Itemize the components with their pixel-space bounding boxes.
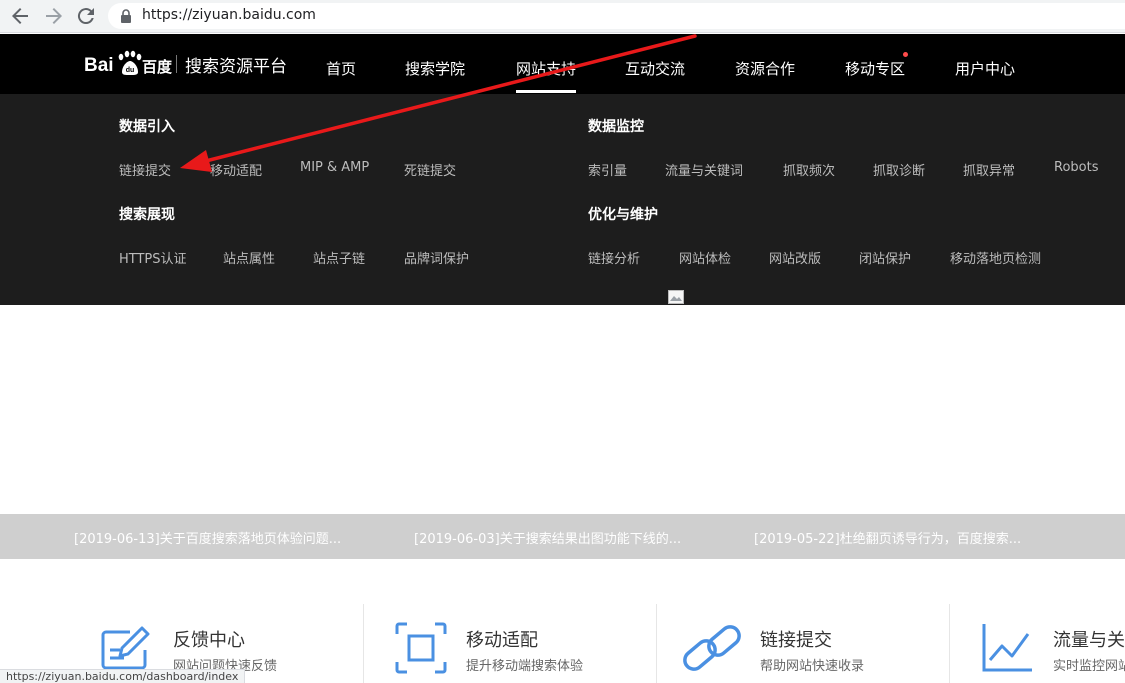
logo-divider: [176, 55, 177, 73]
link-crawl-errors[interactable]: 抓取异常: [963, 160, 1015, 179]
card-mobile-adapt[interactable]: 移动适配 提升移动端搜索体验: [393, 604, 653, 683]
nav-cooperation[interactable]: 资源合作: [735, 58, 795, 79]
link-site-closure-protect[interactable]: 闭站保护: [859, 248, 911, 267]
link-icon: [683, 625, 741, 671]
back-icon[interactable]: [8, 4, 32, 28]
group-heading-data-monitor: 数据监控: [588, 119, 644, 135]
card-traffic[interactable]: 流量与关 实时监控网站: [980, 604, 1125, 683]
url-text: https://ziyuan.baidu.com: [142, 7, 316, 23]
group-heading-data-import: 数据引入: [119, 119, 175, 135]
link-brand-protection[interactable]: 品牌词保护: [404, 248, 469, 267]
ticker-item[interactable]: [2019-05-22]杜绝翻页诱导行为，百度搜索...: [754, 528, 1021, 547]
nav-academy[interactable]: 搜索学院: [405, 58, 465, 79]
link-crawl-frequency[interactable]: 抓取频次: [783, 160, 835, 179]
link-mobile-adapt[interactable]: 移动适配: [210, 160, 262, 179]
site-support-dropdown: 数据引入 链接提交 移动适配 MIP & AMP 死链提交 搜索展现 HTTPS…: [0, 94, 1125, 305]
card-subtitle: 提升移动端搜索体验: [466, 659, 584, 674]
link-crawl-diagnosis[interactable]: 抓取诊断: [873, 160, 925, 179]
link-site-redesign[interactable]: 网站改版: [769, 248, 821, 267]
ticker-item[interactable]: [2019-06-03]关于搜索结果出图功能下线的...: [414, 528, 681, 547]
link-https-cert[interactable]: HTTPS认证: [119, 248, 187, 267]
platform-title: 搜索资源平台: [185, 56, 287, 77]
feedback-icon: [101, 626, 150, 670]
card-subtitle: 帮助网站快速收录: [760, 659, 865, 674]
svg-text:Bai: Bai: [84, 55, 114, 76]
link-robots[interactable]: Robots: [1054, 160, 1098, 175]
link-site-sublinks[interactable]: 站点子链: [313, 248, 365, 267]
notification-dot: [903, 52, 908, 57]
baidu-logo-mark: Bai du 百度: [84, 50, 173, 76]
top-nav: Bai du 百度 搜索资源平台 首页 搜索学院 网站支持 互动交流 资源合作 …: [0, 34, 1125, 94]
card-title: 移动适配: [466, 630, 538, 651]
link-link-analysis[interactable]: 链接分析: [588, 248, 640, 267]
reload-icon[interactable]: [74, 4, 98, 28]
group-heading-optimization: 优化与维护: [588, 207, 658, 223]
broken-image-icon: [668, 290, 684, 304]
lock-icon: [121, 9, 131, 23]
link-mip-amp[interactable]: MIP & AMP: [300, 160, 369, 175]
link-submit-links[interactable]: 链接提交: [119, 160, 171, 179]
card-subtitle: 实时监控网站: [1053, 659, 1125, 674]
card-title: 流量与关: [1053, 630, 1125, 651]
nav-home[interactable]: 首页: [326, 58, 356, 79]
svg-text:百度: 百度: [142, 58, 173, 76]
mobile-adapt-icon: [395, 622, 447, 674]
card-title: 链接提交: [760, 630, 832, 651]
card-link-submit[interactable]: 链接提交 帮助网站快速收录: [681, 604, 946, 683]
card-divider: [363, 604, 364, 683]
svg-text:du: du: [126, 67, 135, 74]
link-site-checkup[interactable]: 网站体检: [679, 248, 731, 267]
card-divider: [656, 604, 657, 683]
link-traffic-keywords[interactable]: 流量与关键词: [665, 160, 743, 179]
link-dead-link-submit[interactable]: 死链提交: [404, 160, 456, 179]
nav-mobile[interactable]: 移动专区: [845, 58, 905, 79]
address-bar[interactable]: https://ziyuan.baidu.com: [108, 3, 1125, 29]
ticker-item[interactable]: [2019-06-13]关于百度搜索落地页体验问题...: [74, 528, 341, 547]
nav-interaction[interactable]: 互动交流: [625, 58, 685, 79]
browser-toolbar: https://ziyuan.baidu.com: [0, 0, 1125, 33]
forward-icon[interactable]: [42, 4, 66, 28]
status-bar-url: https://ziyuan.baidu.com/dashboard/index: [0, 669, 246, 683]
link-site-attributes[interactable]: 站点属性: [223, 248, 275, 267]
chart-icon: [982, 624, 1032, 672]
group-heading-search-display: 搜索展现: [119, 207, 175, 223]
news-ticker: [2019-06-13]关于百度搜索落地页体验问题... [2019-06-03…: [0, 514, 1125, 559]
active-nav-indicator: [516, 90, 576, 93]
link-index-volume[interactable]: 索引量: [588, 160, 627, 179]
card-title: 反馈中心: [173, 630, 245, 651]
link-mobile-landing-check[interactable]: 移动落地页检测: [950, 248, 1041, 267]
nav-site-support[interactable]: 网站支持: [516, 58, 576, 79]
card-divider: [949, 604, 950, 683]
nav-user-center[interactable]: 用户中心: [955, 58, 1015, 79]
baidu-logo[interactable]: Bai du 百度 搜索资源平台: [84, 48, 287, 80]
